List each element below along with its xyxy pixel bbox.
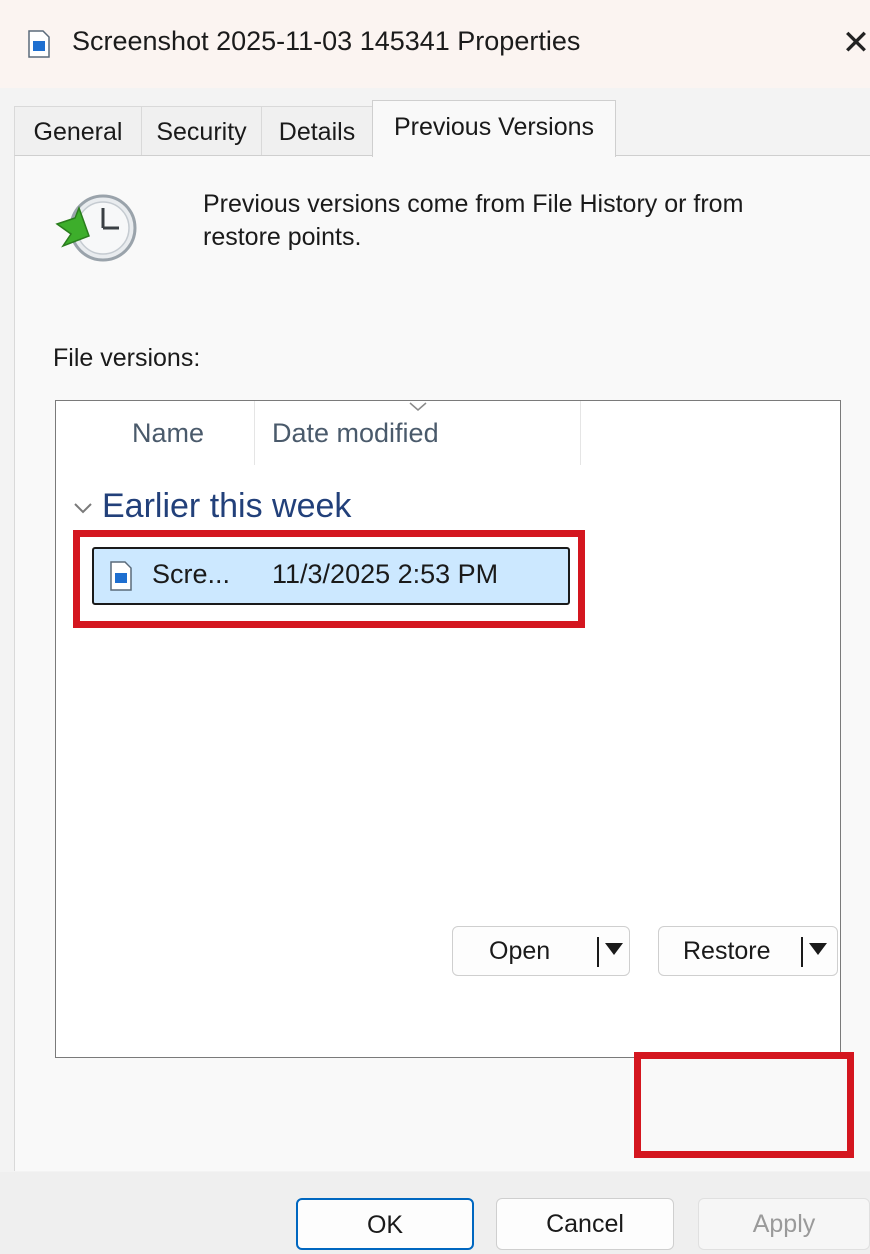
column-separator[interactable] [254,401,255,465]
group-label: Earlier this week [102,487,352,525]
split-separator [597,937,599,967]
ok-button[interactable]: OK [296,1198,474,1250]
chevron-down-icon[interactable] [72,497,94,519]
open-button[interactable]: Open [452,926,630,976]
tab-general[interactable]: General [14,106,142,156]
tab-details[interactable]: Details [261,106,373,156]
column-date-modified-header[interactable]: Date modified [272,401,439,465]
restore-button-label: Restore [683,937,771,965]
file-versions-label: File versions: [53,344,201,372]
highlight-box-version-row [73,530,585,628]
cancel-button[interactable]: Cancel [496,1198,674,1250]
close-icon[interactable]: ✕ [836,18,870,68]
dropdown-arrow-icon[interactable] [605,943,623,955]
apply-button[interactable]: Apply [698,1198,870,1250]
tab-strip: General Security Details Previous Versio… [14,100,870,157]
dropdown-arrow-icon[interactable] [809,943,827,955]
column-separator[interactable] [580,401,581,465]
tab-previous-versions[interactable]: Previous Versions [372,100,616,157]
restore-clock-icon [55,194,137,262]
previous-versions-panel: Previous versions come from File History… [14,155,870,1171]
tab-security[interactable]: Security [141,106,262,156]
open-button-label: Open [489,937,551,965]
restore-button[interactable]: Restore [658,926,838,976]
column-name-header[interactable]: Name [132,401,204,465]
window-title: Screenshot 2025-11-03 145341 Properties [72,26,581,56]
group-header-earlier-this-week[interactable]: Earlier this week [72,487,351,531]
image-file-icon [28,30,50,58]
description-text: Previous versions come from File History… [203,190,744,251]
title-bar: Screenshot 2025-11-03 145341 Properties … [0,0,870,88]
highlight-box-restore-button [634,1052,854,1158]
split-separator [801,937,803,967]
